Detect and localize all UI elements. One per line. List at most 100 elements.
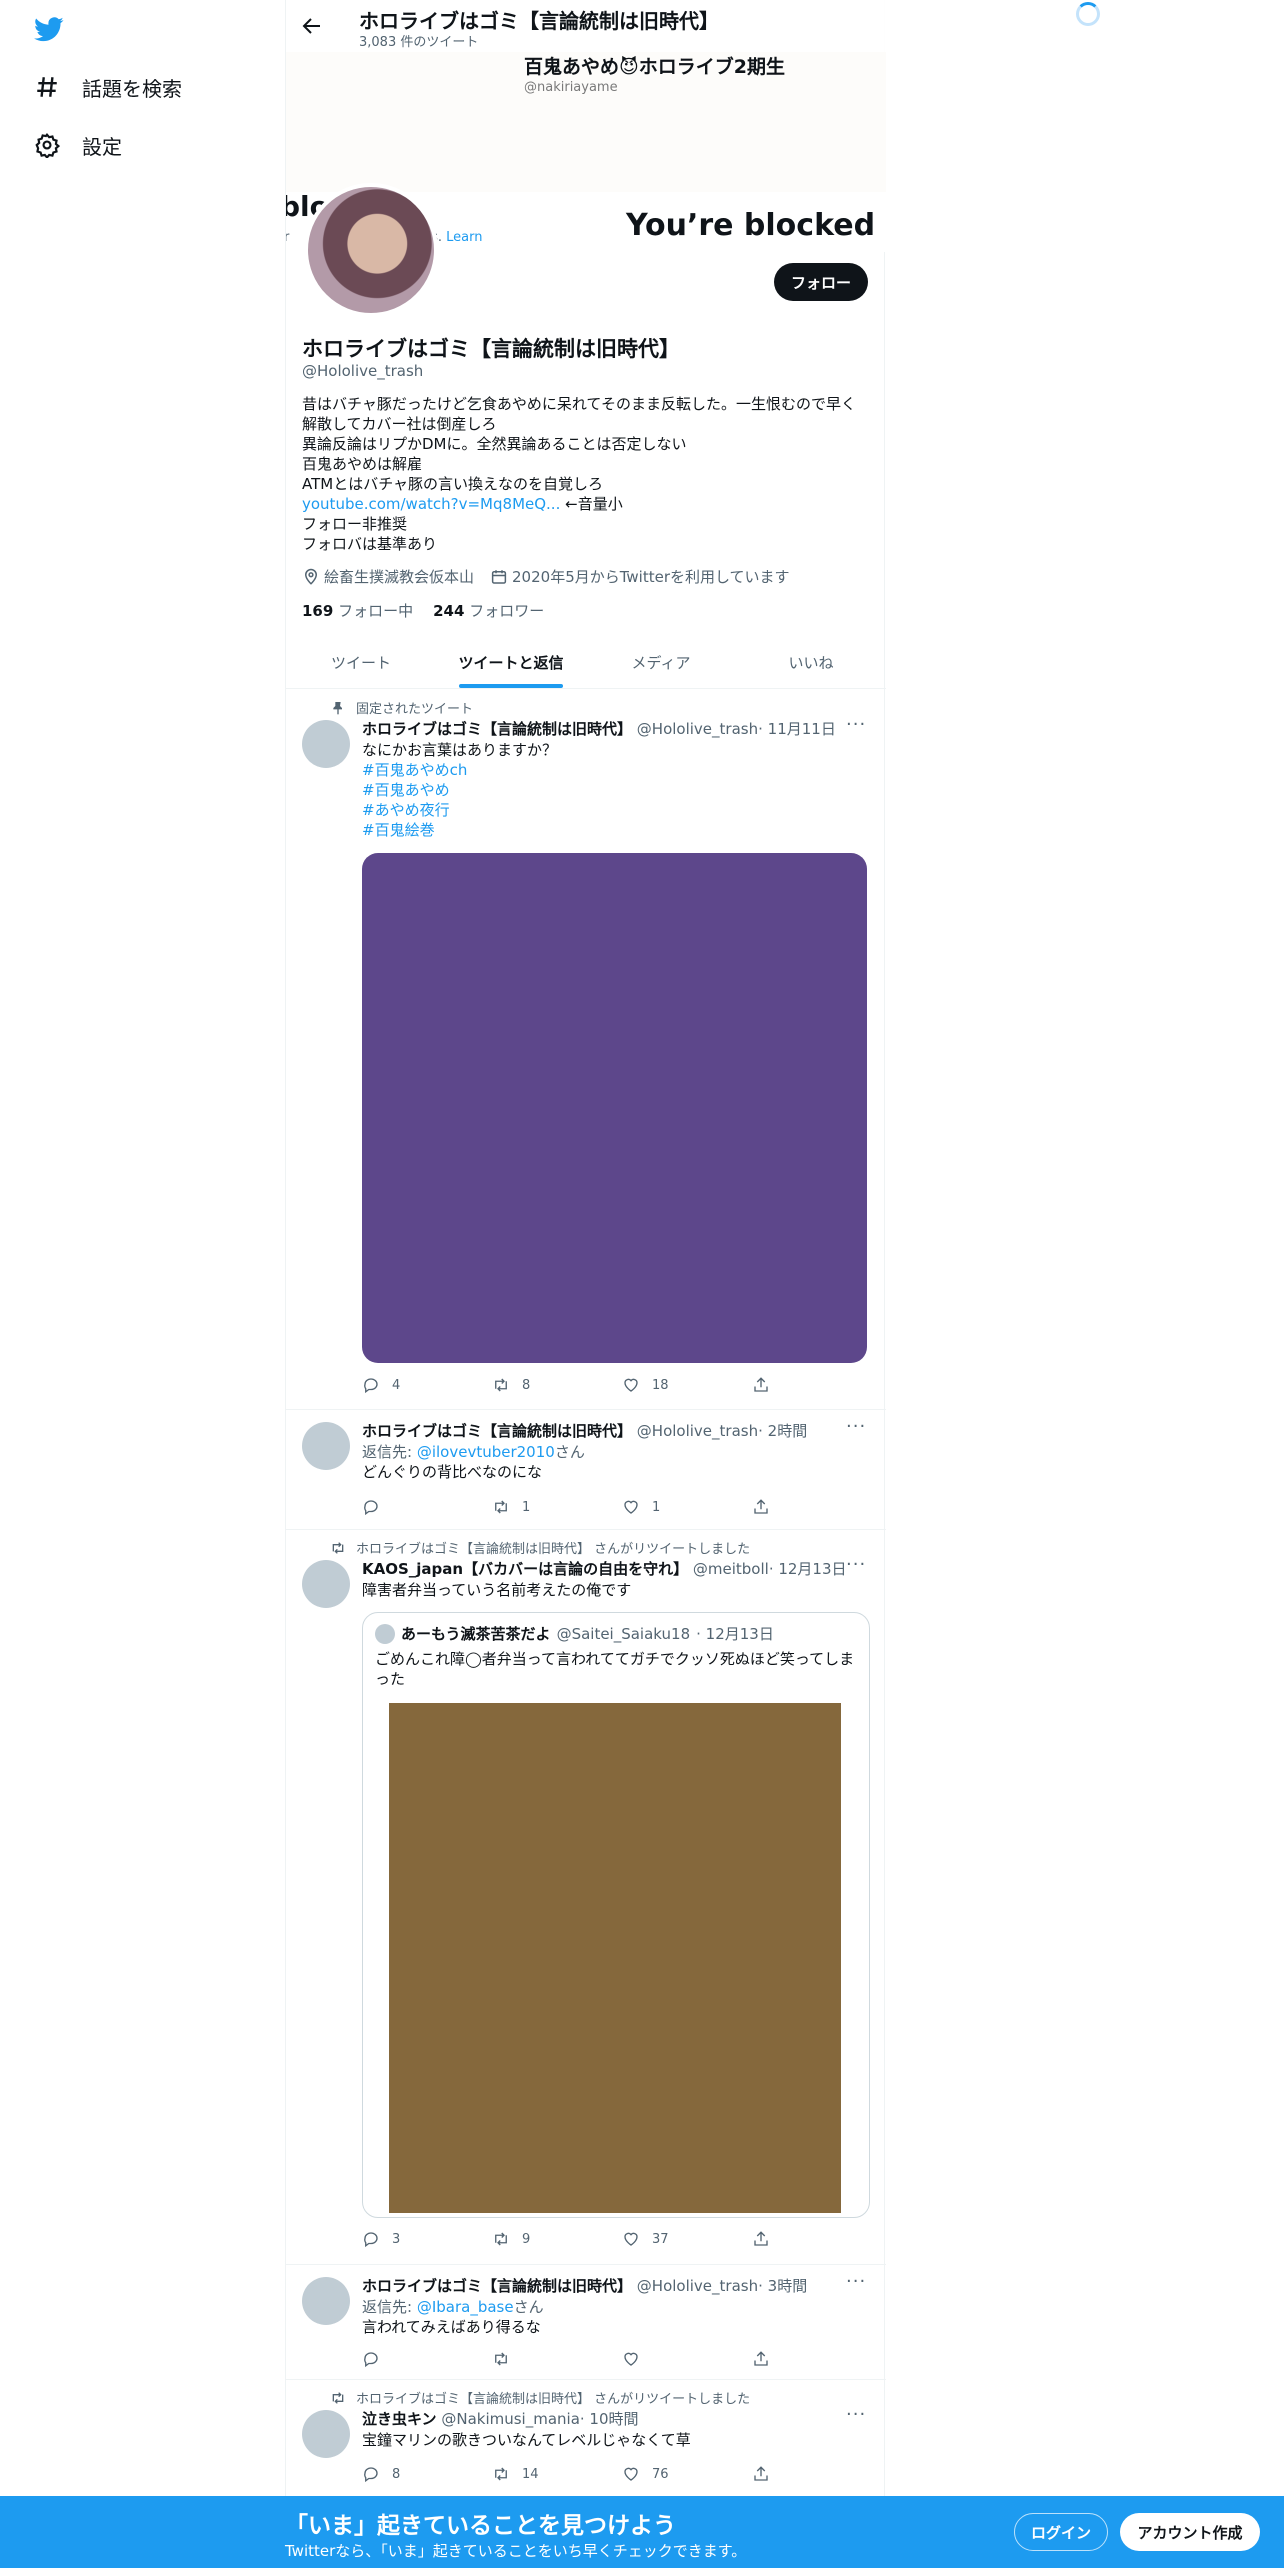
hashtag[interactable]: #百鬼あやめ xyxy=(362,780,872,800)
hashtag[interactable]: #百鬼絵巻 xyxy=(362,820,872,840)
reply-button[interactable] xyxy=(362,1498,462,1516)
tweet-time[interactable]: · 2時間 xyxy=(758,1422,807,1440)
retweet-button[interactable]: 14 xyxy=(492,2465,592,2483)
tweet[interactable]: 固定されたツイート ホロライブはゴミ【言論統制は旧時代】 @Hololive_t… xyxy=(286,690,886,1410)
nav-item-settings[interactable]: 設定 xyxy=(34,125,122,165)
follow-button[interactable]: フォロー xyxy=(774,263,868,301)
retweet-button[interactable]: 1 xyxy=(492,1498,592,1516)
tweet[interactable]: ホロライブはゴミ【言論統制は旧時代】 @Hololive_trash· 3時間 … xyxy=(286,2265,886,2380)
share-button[interactable] xyxy=(752,1498,792,1516)
tab-tweets[interactable]: ツイート xyxy=(286,636,436,688)
retweet-button[interactable]: 8 xyxy=(492,1376,592,1394)
tweet-actions: 4 8 18 xyxy=(362,1376,792,1394)
back-arrow-icon[interactable] xyxy=(300,14,324,38)
retweet-context: ホロライブはゴミ【言論統制は旧時代】 さんがリツイートしました xyxy=(330,1538,750,1557)
location-text: 絵畜生撲滅教会仮本山 xyxy=(324,568,475,586)
context-text[interactable]: ホロライブはゴミ【言論統制は旧時代】 さんがリツイートしました xyxy=(356,2388,750,2407)
tweet-author-name[interactable]: ホロライブはゴミ【言論統制は旧時代】 xyxy=(362,720,632,738)
tab-media[interactable]: メディア xyxy=(586,636,736,688)
profile-handle: @Hololive_trash xyxy=(302,362,424,380)
share-button[interactable] xyxy=(752,2465,792,2483)
heart-icon xyxy=(624,2232,638,2246)
profile-meta: 絵畜生撲滅教会仮本山 2020年5月からTwitterを利用しています xyxy=(302,566,790,587)
tweet-author-handle[interactable]: @Hololive_trash xyxy=(637,2277,758,2295)
quoted-tweet[interactable]: あーもう滅茶苦茶だよ @Saitei_Saiaku18 · 12月13日 ごめんこれ… xyxy=(362,1612,870,2218)
more-options-icon[interactable]: ··· xyxy=(846,2404,866,2425)
quote-media[interactable] xyxy=(389,1703,841,2213)
reply-button[interactable]: 8 xyxy=(362,2465,462,2483)
followers-link[interactable]: 244 フォロワー xyxy=(433,600,544,621)
tweet-header: ホロライブはゴミ【言論統制は旧時代】 @Hololive_trash· 11月1… xyxy=(362,718,836,739)
like-button[interactable]: 1 xyxy=(622,1498,722,1516)
more-options-icon[interactable]: ··· xyxy=(846,2271,866,2292)
tweet-text: 返信先: @Ibara_baseさん 言われてみえばあり得るな xyxy=(362,2297,872,2337)
heart-icon xyxy=(624,1378,638,1392)
tweet[interactable]: ホロライブはゴミ【言論統制は旧時代】 @Hololive_trash· 2時間 … xyxy=(286,1410,886,1530)
reply-count: 3 xyxy=(392,2231,401,2247)
retweet-icon xyxy=(495,2352,507,2366)
tab-tweets-replies[interactable]: ツイートと返信 xyxy=(436,636,586,688)
reply-to-link[interactable]: @Ibara_base xyxy=(417,2298,514,2316)
reply-button[interactable] xyxy=(362,2350,462,2368)
heart-icon xyxy=(624,1500,638,1514)
more-options-icon[interactable]: ··· xyxy=(846,714,866,735)
signup-button[interactable]: アカウント作成 xyxy=(1120,2513,1260,2551)
login-button[interactable]: ログイン xyxy=(1014,2513,1108,2551)
like-button[interactable] xyxy=(622,2350,722,2368)
tab-likes[interactable]: いいね xyxy=(736,636,886,688)
avatar[interactable] xyxy=(302,1560,350,1608)
context-text[interactable]: ホロライブはゴミ【言論統制は旧時代】 さんがリツイートしました xyxy=(356,1538,750,1557)
heart-icon xyxy=(624,2467,638,2481)
tweet-time[interactable]: · 12月13日 xyxy=(769,1560,847,1578)
tweet-time[interactable]: · 11月11日 xyxy=(758,720,836,738)
share-button[interactable] xyxy=(752,2230,792,2248)
avatar[interactable] xyxy=(302,2277,350,2325)
banner-handle: @nakiriayame xyxy=(524,80,618,95)
tweet-media[interactable] xyxy=(362,853,867,1363)
tweet-author-handle[interactable]: @meitboll xyxy=(693,1560,769,1578)
followers-label: フォロワー xyxy=(469,602,545,620)
tweet-time[interactable]: · 10時間 xyxy=(580,2410,639,2428)
reply-button[interactable]: 4 xyxy=(362,1376,462,1394)
following-link[interactable]: 169 フォロー中 xyxy=(302,600,413,621)
following-count: 169 xyxy=(302,602,334,620)
avatar[interactable] xyxy=(302,2410,350,2458)
more-options-icon[interactable]: ··· xyxy=(846,1416,866,1437)
more-options-icon[interactable]: ··· xyxy=(846,1554,866,1575)
like-button[interactable]: 37 xyxy=(622,2230,722,2248)
tweet-author-name[interactable]: 泣き虫キン xyxy=(362,2410,437,2428)
gear-icon xyxy=(35,132,60,158)
share-button[interactable] xyxy=(752,1376,792,1394)
tweet-author-name[interactable]: KAOS_japan【バカバーは言論の自由を守れ】 xyxy=(362,1560,688,1578)
tweet-time[interactable]: · 3時間 xyxy=(758,2277,807,2295)
pin-icon xyxy=(333,701,342,715)
retweet-button[interactable] xyxy=(492,2350,592,2368)
tweet-header: KAOS_japan【バカバーは言論の自由を守れ】 @meitboll· 12月… xyxy=(362,1558,847,1579)
avatar[interactable] xyxy=(302,1422,350,1470)
bio-link[interactable]: youtube.com/watch?v=Mq8MeQ... xyxy=(302,495,560,513)
tweet-author-handle[interactable]: @Hololive_trash xyxy=(637,1422,758,1440)
tweet-author-handle[interactable]: @Hololive_trash xyxy=(637,720,758,738)
tweet-author-handle[interactable]: @Nakimusi_mania xyxy=(441,2410,580,2428)
quote-header: あーもう滅茶苦茶だよ @Saitei_Saiaku18 · 12月13日 xyxy=(375,1623,774,1644)
tweet[interactable]: ホロライブはゴミ【言論統制は旧時代】 さんがリツイートしました 泣き虫キン @N… xyxy=(286,2380,886,2496)
reply-to-link[interactable]: @ilovevtuber2010 xyxy=(417,1443,555,1461)
retweet-button[interactable]: 9 xyxy=(492,2230,592,2248)
tweet-author-name[interactable]: ホロライブはゴミ【言論統制は旧時代】 xyxy=(362,1422,632,1440)
like-button[interactable]: 18 xyxy=(622,1376,722,1394)
share-button[interactable] xyxy=(752,2350,792,2368)
bio-line: 百鬼あやめは解雇 xyxy=(302,455,423,473)
profile-avatar[interactable] xyxy=(304,183,438,317)
quote-text-line: った xyxy=(375,1670,406,1688)
nav-item-explore[interactable]: 話題を検索 xyxy=(34,67,182,107)
tweet-actions: 1 1 xyxy=(362,1498,792,1516)
signup-banner-subtitle: Twitterなら、「いま」起きていることをいち早くチェックできます。 xyxy=(285,2542,747,2560)
like-button[interactable]: 76 xyxy=(622,2465,722,2483)
twitter-logo-icon[interactable] xyxy=(34,14,64,44)
tweet-author-name[interactable]: ホロライブはゴミ【言論統制は旧時代】 xyxy=(362,2277,632,2295)
avatar[interactable] xyxy=(302,720,350,768)
hashtag[interactable]: #あやめ夜行 xyxy=(362,800,872,820)
tweet[interactable]: ホロライブはゴミ【言論統制は旧時代】 さんがリツイートしました KAOS_jap… xyxy=(286,1530,886,2265)
reply-button[interactable]: 3 xyxy=(362,2230,462,2248)
hashtag[interactable]: #百鬼あやめch xyxy=(362,760,872,780)
